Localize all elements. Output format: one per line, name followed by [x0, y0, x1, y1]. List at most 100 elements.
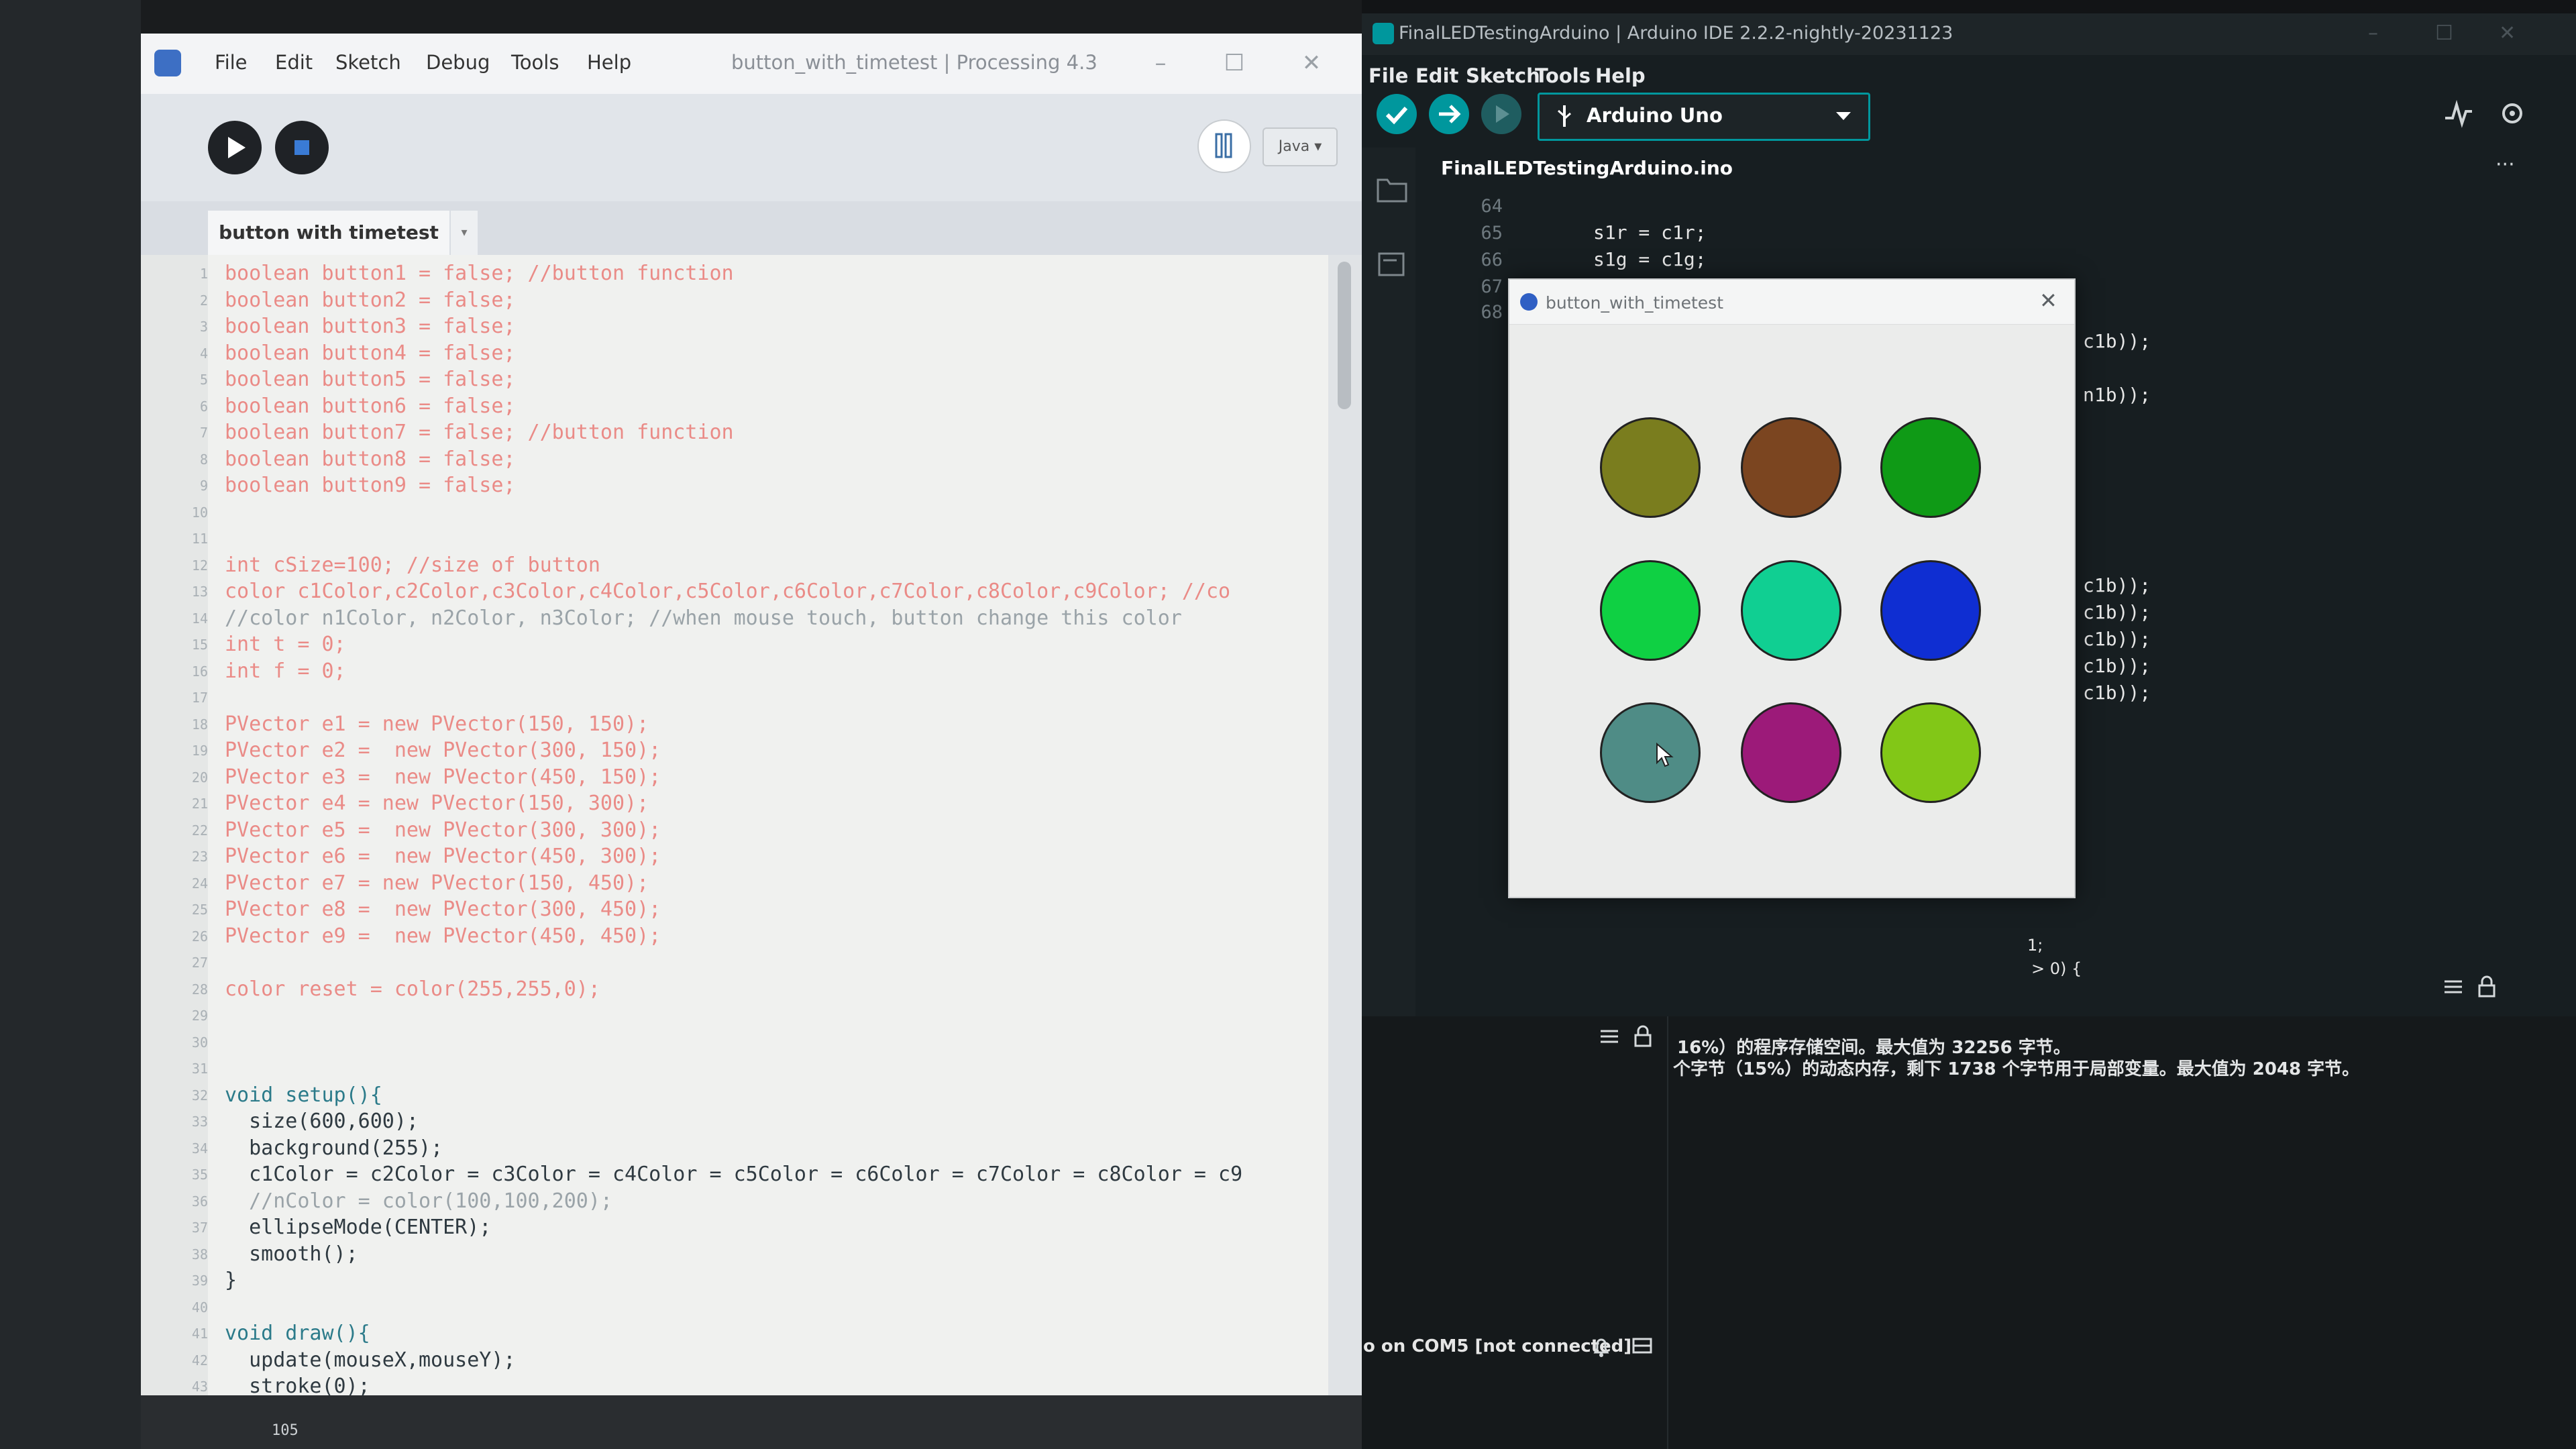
code-line: PVector e9 = new PVector(450, 450); [225, 924, 661, 948]
maximize-icon[interactable]: ☐ [1214, 44, 1254, 82]
panel-toggle-icon[interactable] [1631, 1336, 1654, 1356]
code-line: boolean button8 = false; [225, 447, 516, 471]
line-number: 33 [191, 1114, 208, 1130]
line-number: 34 [191, 1140, 208, 1157]
code-fragment: c1b)); [2083, 601, 2151, 623]
output-menu-icon[interactable] [2442, 976, 2465, 999]
bell-icon[interactable] [1591, 1335, 1611, 1359]
ard-line-number: 68 [1481, 302, 1503, 323]
menu-file[interactable]: File [215, 51, 248, 74]
button5-circle[interactable] [1741, 560, 1841, 661]
boards-manager-icon[interactable] [1375, 248, 1409, 282]
button7-circle[interactable] [1600, 702, 1701, 803]
arduino-title-bar: FinalLEDTestingArduino | Arduino IDE 2.2… [1362, 13, 2576, 55]
folder-icon[interactable] [1375, 174, 1409, 204]
file-tab[interactable]: FinalLEDTestingArduino.ino [1441, 157, 1733, 179]
menu-sketch[interactable]: Sketch [335, 51, 401, 74]
close-icon[interactable]: ✕ [2039, 288, 2057, 313]
code-line: boolean button3 = false; [225, 315, 516, 338]
code-line: size(600,600); [225, 1110, 419, 1133]
output-lock-icon[interactable] [2475, 975, 2498, 999]
button2-circle[interactable] [1741, 417, 1841, 518]
clear-output-icon[interactable] [1598, 1026, 1621, 1049]
code-fragment: > 0) { [2031, 959, 2082, 978]
line-number: 22 [191, 822, 208, 839]
taskbar-strip [141, 0, 1362, 34]
ard-menu-tools[interactable]: Tools [1535, 64, 1591, 87]
sketch-window: button_with_timetest ✕ [1508, 278, 2076, 898]
button8-circle[interactable] [1741, 702, 1841, 803]
ard-menu-help[interactable]: Help [1595, 64, 1646, 87]
ard-menu-sketch[interactable]: Sketch [1466, 64, 1540, 87]
debugger-icon [1215, 133, 1232, 158]
board-selector[interactable]: Arduino Uno [1538, 93, 1870, 141]
code-line: color reset = color(255,255,0); [225, 977, 600, 1001]
code-line: int cSize=100; //size of button [225, 553, 600, 577]
ard-menu-file[interactable]: File [1368, 64, 1408, 87]
stop-button[interactable] [275, 121, 329, 174]
more-options-icon[interactable]: ··· [2496, 153, 2515, 176]
screen-bezel [0, 0, 141, 1449]
debug-button[interactable] [1481, 94, 1521, 134]
verify-button[interactable] [1377, 94, 1417, 134]
ard-menu-edit[interactable]: Edit [1415, 64, 1458, 87]
menu-debug[interactable]: Debug [426, 51, 490, 74]
button1-circle[interactable] [1600, 417, 1701, 518]
ard-code-line: s1g = c1g; [1593, 248, 1707, 270]
maximize-icon[interactable]: ☐ [2435, 21, 2453, 45]
code-fragment: n1b)); [2083, 384, 2151, 406]
lock-icon[interactable] [1631, 1024, 1654, 1049]
ard-line-number: 67 [1481, 276, 1503, 297]
board-name: Arduino Uno [1587, 104, 1723, 127]
line-number: 15 [191, 637, 208, 653]
code-fragment: c1b)); [2083, 574, 2151, 596]
tab-button-with-timetest[interactable]: button with timetest [208, 211, 449, 255]
menu-edit[interactable]: Edit [275, 51, 313, 74]
code-line: boolean button9 = false; [225, 474, 516, 497]
code-line: PVector e5 = new PVector(300, 300); [225, 818, 661, 842]
serial-plotter-icon[interactable] [2442, 97, 2475, 130]
button4-circle[interactable] [1600, 560, 1701, 661]
code-editor[interactable]: 1 boolean button1 = false; //button funct… [141, 255, 1328, 1395]
ard-line-number: 66 [1481, 250, 1503, 270]
line-number: 7 [199, 425, 208, 441]
ard-code-line: s1r = c1r; [1593, 221, 1707, 244]
button6-circle[interactable] [1880, 560, 1981, 661]
line-number: 23 [191, 849, 208, 865]
processing-title-bar: File Edit Sketch Debug Tools Help button… [141, 34, 1362, 95]
mode-selector[interactable]: Java ▾ [1263, 127, 1338, 166]
menu-help[interactable]: Help [587, 51, 631, 74]
button3-circle[interactable] [1880, 417, 1981, 518]
minimize-icon[interactable]: – [1140, 44, 1181, 82]
code-line: boolean button4 = false; [225, 341, 516, 365]
code-line: color c1Color,c2Color,c3Color,c4Color,c5… [225, 580, 1231, 603]
code-line: int t = 0; [225, 633, 346, 656]
scrollbar-thumb[interactable] [1338, 262, 1351, 409]
editor-scrollbar[interactable] [1328, 255, 1362, 1395]
line-number: 27 [191, 955, 208, 971]
code-line: boolean button2 = false; [225, 288, 516, 312]
run-button[interactable] [208, 121, 262, 174]
code-line: PVector e1 = new PVector(150, 150); [225, 712, 649, 736]
tab-menu-arrow-icon[interactable]: ▾ [451, 211, 478, 255]
minimize-icon[interactable]: – [2368, 21, 2378, 45]
line-number: 32 [191, 1087, 208, 1104]
serial-monitor-icon[interactable] [2496, 97, 2529, 130]
line-number: 40 [191, 1299, 208, 1316]
code-line: PVector e3 = new PVector(450, 150); [225, 765, 661, 789]
button9-circle[interactable] [1880, 702, 1981, 803]
close-icon[interactable]: ✕ [1291, 44, 1332, 82]
debug-button[interactable] [1197, 119, 1251, 173]
upload-button[interactable] [1429, 94, 1469, 134]
line-number: 24 [191, 875, 208, 892]
code-line: PVector e4 = new PVector(150, 300); [225, 792, 649, 815]
line-number: 35 [191, 1167, 208, 1183]
debug-icon [1496, 105, 1509, 123]
code-line: boolean button5 = false; [225, 368, 516, 391]
code-line: PVector e6 = new PVector(450, 300); [225, 845, 661, 868]
play-icon [228, 137, 246, 158]
code-line: boolean button1 = false; //button functi… [225, 262, 734, 285]
close-icon[interactable]: ✕ [2499, 21, 2516, 45]
menu-tools[interactable]: Tools [511, 51, 559, 74]
code-line: } [225, 1269, 237, 1292]
